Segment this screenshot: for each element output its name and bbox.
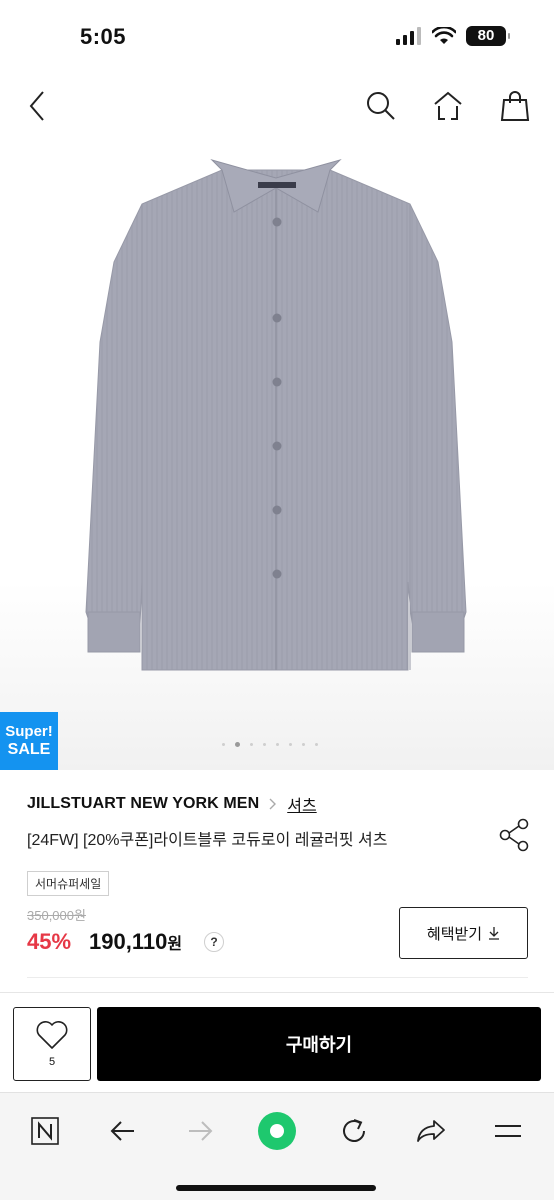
chevron-left-icon — [29, 91, 44, 121]
carousel-dot[interactable] — [289, 743, 292, 746]
original-price: 350,000원 — [27, 908, 86, 923]
product-title: [24FW] [20%쿠폰]라이트블루 코듀로이 레귤러핏 셔츠 — [27, 832, 388, 849]
search-button[interactable] — [361, 86, 401, 126]
browser-forward-button[interactable] — [178, 1109, 222, 1153]
chevron-right-icon — [269, 798, 277, 810]
carousel-dot[interactable] — [222, 743, 225, 746]
share-page-button[interactable] — [409, 1109, 453, 1153]
status-icons: 80 — [396, 26, 510, 46]
browser-back-button[interactable] — [101, 1109, 145, 1153]
carousel-dot[interactable] — [315, 743, 318, 746]
purchase-bar: 5 구매하기 — [0, 992, 554, 1092]
category-link[interactable]: 셔츠 — [287, 792, 316, 816]
carousel-dot[interactable] — [276, 743, 279, 746]
like-button[interactable]: 5 — [13, 1007, 91, 1081]
battery-indicator: 80 — [466, 26, 510, 46]
search-icon — [367, 92, 395, 120]
status-time: 5:05 — [80, 24, 127, 49]
currency-label: 원 — [167, 936, 183, 953]
share-button[interactable] — [498, 818, 530, 852]
brand-row: JILLSTUART NEW YORK MEN 셔츠 — [27, 792, 317, 816]
carousel-dot[interactable] — [302, 743, 305, 746]
browser-toolbar — [0, 1092, 554, 1200]
signal-icon — [396, 27, 421, 45]
buy-button[interactable]: 구매하기 — [97, 1007, 541, 1081]
benefit-label: 혜택받기 — [426, 925, 483, 943]
green-dot-icon — [258, 1112, 296, 1150]
status-bar: 5:05 80 — [0, 0, 554, 72]
carousel-dots — [222, 742, 318, 747]
badge-line2: SALE — [7, 741, 51, 758]
like-count: 5 — [48, 1056, 56, 1068]
home-icon — [434, 91, 462, 120]
carousel-dot[interactable] — [235, 742, 240, 747]
download-icon — [489, 927, 500, 940]
home-button[interactable] — [428, 86, 468, 126]
discount-rate: 45% — [27, 929, 72, 954]
heart-icon — [36, 1021, 68, 1049]
cart-button[interactable] — [495, 86, 535, 126]
arrow-left-icon — [110, 1121, 134, 1141]
divider — [27, 977, 528, 978]
product-image-carousel[interactable] — [0, 142, 554, 770]
wifi-icon — [432, 27, 456, 44]
carousel-dot[interactable] — [250, 743, 253, 746]
share-icon — [499, 818, 529, 852]
share-arrow-icon — [417, 1120, 445, 1142]
refresh-button[interactable] — [332, 1109, 376, 1153]
arrow-right-icon — [189, 1121, 213, 1141]
green-dot-button[interactable] — [255, 1109, 299, 1153]
menu-icon — [495, 1125, 521, 1137]
carousel-dot[interactable] — [263, 743, 266, 746]
promo-tag: 서머슈퍼세일 — [27, 871, 110, 896]
shirt-image — [85, 159, 467, 671]
home-indicator — [176, 1185, 376, 1191]
get-benefit-button[interactable]: 혜택받기 — [399, 907, 528, 959]
naver-n-icon — [31, 1117, 59, 1145]
naver-button[interactable] — [23, 1109, 67, 1153]
brand-name[interactable]: JILLSTUART NEW YORK MEN — [27, 795, 259, 813]
shopping-bag-icon — [500, 91, 530, 121]
sale-price: 190,110원 — [89, 929, 182, 955]
top-nav — [0, 72, 554, 142]
super-sale-badge: Super! SALE — [0, 712, 58, 770]
back-button[interactable] — [18, 86, 58, 126]
sale-price-value: 190,110 — [89, 929, 168, 954]
menu-button[interactable] — [486, 1109, 530, 1153]
price-help-button[interactable]: ? — [204, 932, 224, 952]
badge-line1: Super! — [5, 723, 53, 740]
refresh-icon — [343, 1119, 365, 1142]
